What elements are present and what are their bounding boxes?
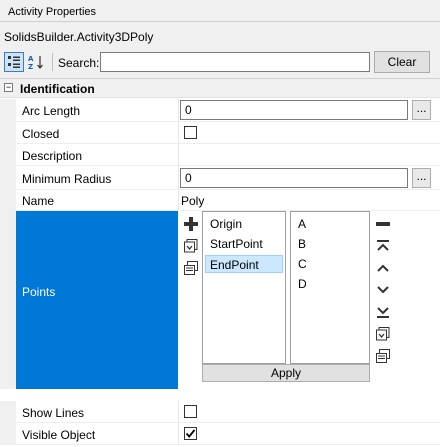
property-name: Name [22,194,55,208]
move-to-bottom-button[interactable] [374,303,392,321]
duplicate-icon [184,261,198,275]
checkmark-icon [185,429,196,438]
show-lines-checkbox[interactable] [184,405,197,418]
list-item[interactable]: Origin [207,215,245,233]
minus-icon [376,222,390,226]
points-list[interactable]: Origin StartPoint EndPoint [202,211,286,364]
plus-icon [184,217,198,231]
name-value[interactable]: Poly [181,194,204,208]
toolbar: A Z Search: Clear [0,49,440,75]
closed-checkbox[interactable] [184,126,197,139]
point-values-list[interactable]: A B C D [290,211,370,364]
category-identification[interactable]: − Identification [0,79,440,98]
property-name: Closed [22,127,60,141]
categorized-view-icon [8,56,20,68]
property-row-visible-object[interactable]: Visible Object [0,423,440,445]
property-name: Points [22,285,56,299]
property-name: Minimum Radius [22,172,112,186]
list-item-selected[interactable]: EndPoint [205,255,283,273]
property-name: Arc Length [22,104,81,118]
collapse-toggle[interactable]: − [4,83,13,92]
copy-point-button[interactable] [182,237,200,255]
minimum-radius-ellipsis-button[interactable]: ... [412,168,431,188]
selected-object-label: SolidsBuilder.Activity3DPoly [4,30,154,44]
move-bottom-icon [377,307,389,318]
minimum-radius-input[interactable]: 0 [180,168,408,188]
property-row-arc-length[interactable]: Arc Length 0 ... [0,99,440,122]
move-to-top-button[interactable] [374,237,392,255]
duplicate-point-button[interactable] [182,259,200,277]
property-name: Description [22,149,83,163]
arc-length-ellipsis-button[interactable]: ... [412,100,431,120]
property-row-name[interactable]: Name Poly [0,190,440,211]
category-label: Identification [20,82,95,96]
copy-down-icon [376,327,390,341]
move-up-button[interactable] [374,259,392,277]
list-item[interactable]: A [295,215,309,233]
svg-text:A: A [28,55,34,63]
add-point-button[interactable] [182,215,200,233]
search-label: Search: [58,56,100,70]
chevron-up-icon [377,264,389,272]
points-name-cell-selected[interactable]: Points [16,211,178,389]
move-down-button[interactable] [374,281,392,299]
panel-title-text: Activity Properties [8,6,97,18]
copy-down-icon [184,239,198,253]
alphabetical-sort-icon: A Z [28,55,43,70]
copy-value-button[interactable] [374,325,392,343]
chevron-down-icon [377,286,389,294]
property-row-closed[interactable]: Closed [0,122,440,144]
property-grid: − Identification Arc Length 0 ... Closed… [0,78,440,447]
list-item[interactable]: B [295,235,309,253]
property-name: Show Lines [22,406,85,420]
visible-object-checkbox[interactable] [184,427,197,440]
property-name: Visible Object [22,428,96,442]
categorized-view-button[interactable] [4,52,24,72]
list-item[interactable]: StartPoint [207,235,266,253]
list-item[interactable]: C [295,255,310,273]
search-input[interactable] [100,52,370,72]
property-row-description[interactable]: Description [0,144,440,166]
property-row-show-lines[interactable]: Show Lines [0,401,440,423]
arc-length-input[interactable]: 0 [180,100,408,120]
move-top-icon [377,240,389,251]
list-item[interactable]: D [295,275,310,293]
svg-text:Z: Z [28,63,33,70]
duplicate-icon [376,349,390,363]
property-row-minimum-radius[interactable]: Minimum Radius 0 ... [0,166,440,190]
toolbar-separator [52,53,53,71]
remove-point-button[interactable] [374,215,392,233]
apply-button[interactable]: Apply [202,364,370,382]
alphabetical-sort-button[interactable]: A Z [26,52,46,72]
property-row-points[interactable]: Points Origin StartPoint EndPoint A B C … [0,211,440,389]
panel-title: Activity Properties [0,0,440,22]
duplicate-value-button[interactable] [374,347,392,365]
clear-button[interactable]: Clear [374,51,430,73]
